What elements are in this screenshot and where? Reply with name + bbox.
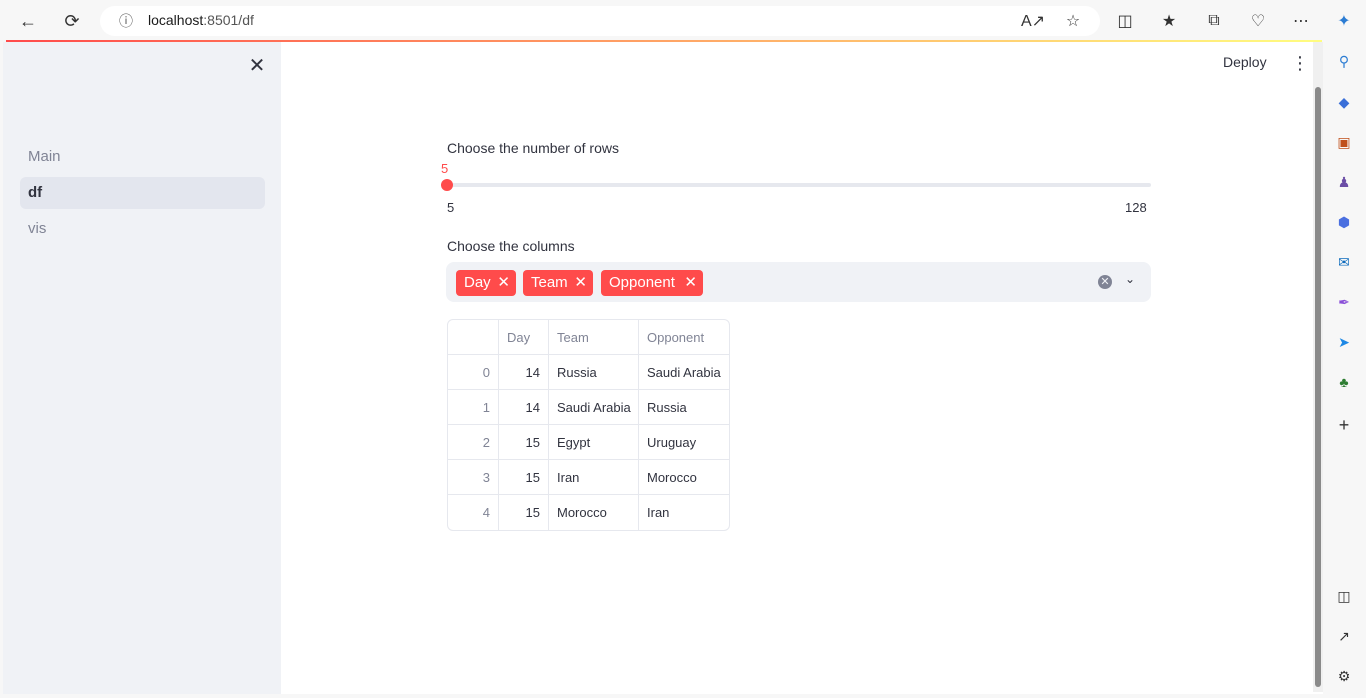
vertical-scrollbar[interactable] <box>1313 42 1323 692</box>
search-icon[interactable]: ⚲ <box>1334 51 1354 71</box>
performance-icon[interactable]: ♡ <box>1247 10 1269 32</box>
slider-max-label: 128 <box>1125 200 1147 215</box>
slider-min-label: 5 <box>447 200 455 215</box>
slider-track[interactable] <box>447 183 1151 187</box>
table-cell[interactable]: Egypt <box>549 425 639 460</box>
split-screen-icon[interactable]: ◫ <box>1114 10 1136 32</box>
header-cell-team[interactable]: Team <box>549 320 639 355</box>
table-row: 4 15 Morocco Iran <box>448 495 729 530</box>
chip-label: Opponent <box>609 274 675 291</box>
browser-toolbar: ← ⟳ ⓘ localhost:8501/df A↗ ☆ ◫ ★ ⧉ ♡ ⋯ ✦ <box>0 0 1366 41</box>
header-cell-opponent[interactable]: Opponent <box>639 320 729 355</box>
dataframe[interactable]: Day Team Opponent 0 14 Russia Saudi Arab… <box>447 319 730 531</box>
chip-opponent[interactable]: Opponent ✕ <box>601 270 703 296</box>
back-icon[interactable]: ← <box>15 8 41 34</box>
table-cell[interactable]: Russia <box>639 390 729 425</box>
send-icon[interactable]: ➤ <box>1334 332 1354 352</box>
slider-current-value: 5 <box>441 161 449 176</box>
slider-thumb[interactable] <box>441 179 453 191</box>
table-row: 2 15 Egypt Uruguay <box>448 425 729 460</box>
add-icon[interactable]: + <box>1334 415 1354 435</box>
games-chess-icon[interactable]: ♟ <box>1334 172 1354 192</box>
sidebar: ✕ Main df vis <box>3 42 281 694</box>
clear-all-icon[interactable]: ✕ <box>1098 275 1112 289</box>
chip-day[interactable]: Day ✕ <box>456 270 516 296</box>
deploy-button[interactable]: Deploy <box>1223 54 1267 70</box>
table-cell[interactable]: Iran <box>639 495 729 530</box>
table-cell[interactable]: 15 <box>499 495 549 530</box>
read-aloud-icon[interactable]: A↗ <box>1021 10 1045 32</box>
table-cell[interactable]: Russia <box>549 355 639 390</box>
designer-icon[interactable]: ✒ <box>1334 292 1354 312</box>
microsoft365-icon[interactable]: ⬢ <box>1334 212 1354 232</box>
table-cell[interactable]: 15 <box>499 460 549 495</box>
chevron-down-icon[interactable]: ⌄ <box>1122 272 1138 288</box>
row-index: 2 <box>448 425 499 460</box>
chip-label: Team <box>531 274 568 291</box>
chip-remove-icon[interactable]: ✕ <box>497 270 510 296</box>
refresh-icon[interactable]: ⟳ <box>59 8 85 34</box>
table-cell[interactable]: 14 <box>499 390 549 425</box>
table-row: 1 14 Saudi Arabia Russia <box>448 390 729 425</box>
table-row: 3 15 Iran Morocco <box>448 460 729 495</box>
table-cell[interactable]: Morocco <box>549 495 639 530</box>
table-cell[interactable]: Morocco <box>639 460 729 495</box>
gear-icon[interactable]: ⚙ <box>1334 666 1354 686</box>
table-cell[interactable]: Uruguay <box>639 425 729 460</box>
sidebar-item-df[interactable]: df <box>20 177 265 209</box>
external-link-icon[interactable]: ↗ <box>1334 626 1354 646</box>
row-index: 0 <box>448 355 499 390</box>
app-container: ✕ Main df vis Deploy ⋮ Choose the number… <box>3 42 1323 694</box>
row-index: 3 <box>448 460 499 495</box>
more-icon[interactable]: ⋯ <box>1290 10 1312 32</box>
url-text[interactable]: localhost:8501/df <box>148 12 254 28</box>
table-cell[interactable]: Iran <box>549 460 639 495</box>
favorites-icon[interactable]: ★ <box>1158 10 1180 32</box>
table-header-row: Day Team Opponent <box>448 320 729 355</box>
chip-remove-icon[interactable]: ✕ <box>684 270 697 296</box>
favorite-star-icon[interactable]: ☆ <box>1062 10 1084 32</box>
browser-sidebar-rail: ⚲ ◆ ▣ ♟ ⬢ ✉ ✒ ➤ ♣ + ◫ ↗ ⚙ <box>1324 42 1366 698</box>
chip-team[interactable]: Team ✕ <box>523 270 593 296</box>
columns-multiselect[interactable]: Day ✕ Team ✕ Opponent ✕ ✕ ⌄ <box>446 262 1151 302</box>
outlook-icon[interactable]: ✉ <box>1334 252 1354 272</box>
table-cell[interactable]: 15 <box>499 425 549 460</box>
table-cell[interactable]: Saudi Arabia <box>549 390 639 425</box>
table-cell[interactable]: 14 <box>499 355 549 390</box>
chip-remove-icon[interactable]: ✕ <box>574 270 587 296</box>
site-info-icon[interactable]: ⓘ <box>113 8 139 34</box>
copilot-icon[interactable]: ✦ <box>1333 10 1355 32</box>
row-index: 1 <box>448 390 499 425</box>
tree-icon[interactable]: ♣ <box>1334 372 1354 392</box>
table-cell[interactable]: Saudi Arabia <box>639 355 729 390</box>
header-cell-day[interactable]: Day <box>499 320 549 355</box>
sidebar-item-vis[interactable]: vis <box>20 213 265 245</box>
header-cell-index <box>448 320 499 355</box>
tools-briefcase-icon[interactable]: ▣ <box>1334 132 1354 152</box>
table-row: 0 14 Russia Saudi Arabia <box>448 355 729 390</box>
sidebar-toggle-icon[interactable]: ◫ <box>1334 586 1354 606</box>
close-icon[interactable]: ✕ <box>247 56 267 76</box>
scrollbar-thumb[interactable] <box>1315 87 1321 687</box>
sidebar-item-main[interactable]: Main <box>20 141 265 173</box>
chip-label: Day <box>464 274 491 291</box>
collections-icon[interactable]: ⧉ <box>1203 10 1225 32</box>
row-index: 4 <box>448 495 499 530</box>
slider-label: Choose the number of rows <box>447 140 619 156</box>
multiselect-label: Choose the columns <box>447 238 575 254</box>
shopping-tag-icon[interactable]: ◆ <box>1334 92 1354 112</box>
main-menu-icon[interactable]: ⋮ <box>1291 54 1309 74</box>
